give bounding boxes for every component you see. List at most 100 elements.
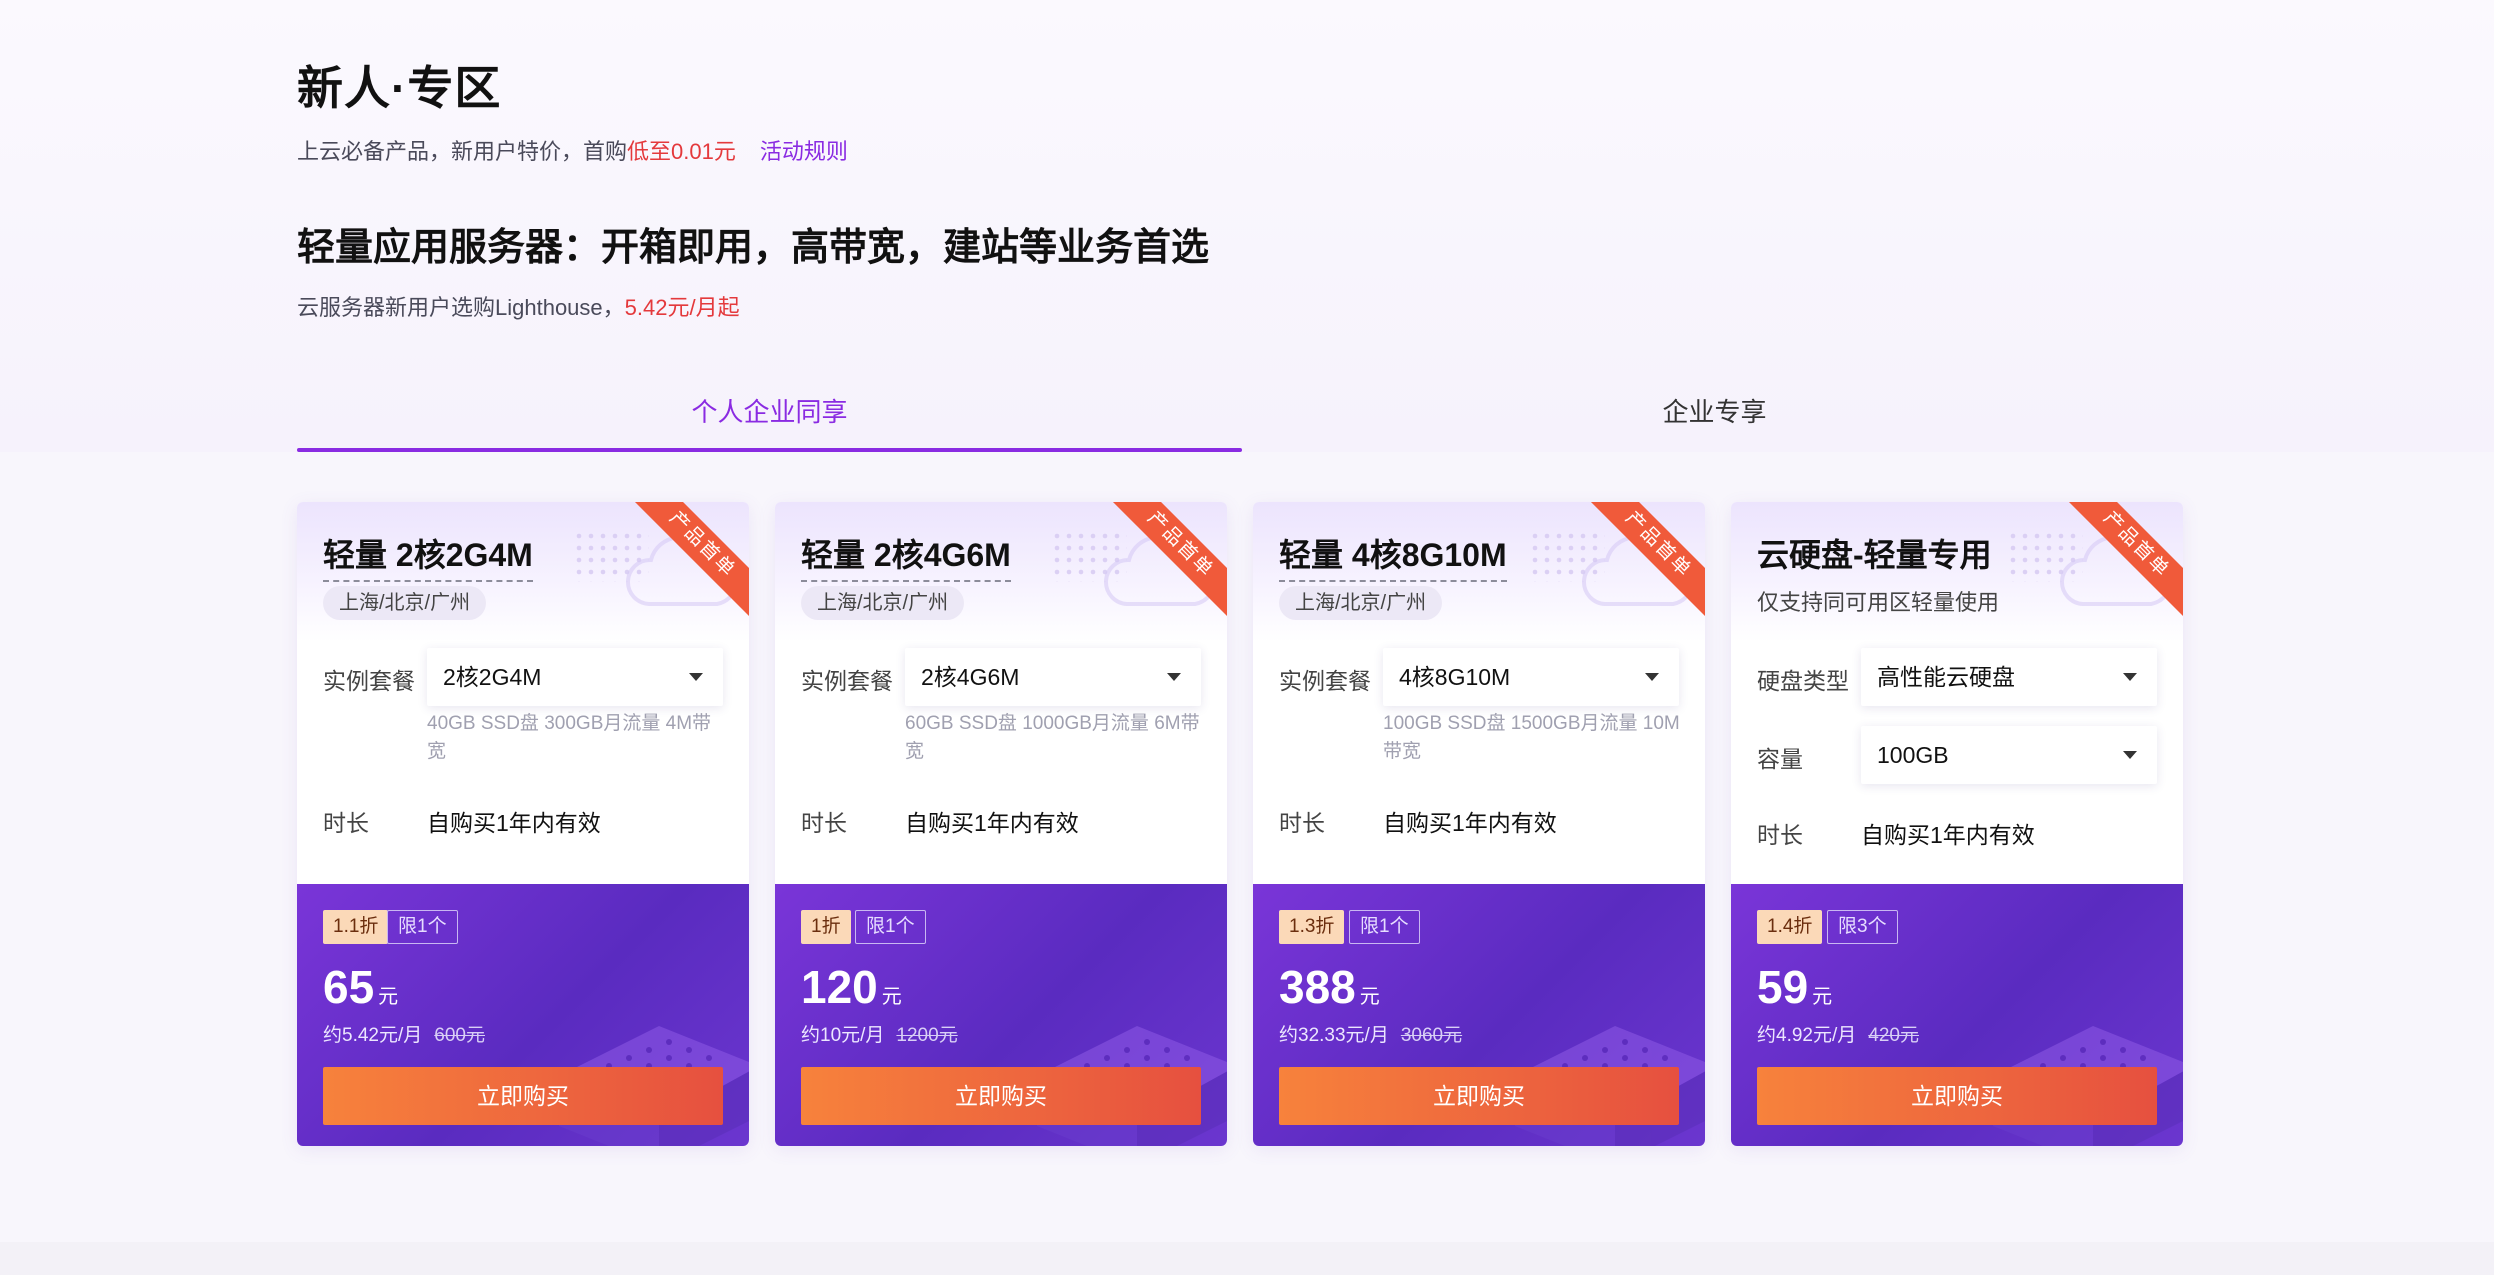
price-unit: 元	[881, 986, 902, 1008]
duration-value: 自购买1年内有效	[427, 810, 601, 836]
tab-enterprise-only[interactable]: 企业专享	[1242, 380, 2187, 452]
first-order-ribbon: 产品首单	[1587, 502, 1705, 620]
monthly-price: 约5.42元/月 600元	[323, 1020, 485, 1047]
price-value: 388	[1279, 961, 1356, 1013]
package-select[interactable]: 2核4G6M	[905, 648, 1201, 706]
section-title: 轻量应用服务器：开箱即用，高带宽，建站等业务首选	[297, 227, 1210, 269]
page-subtitle: 上云必备产品，新用户特价，首购低至0.01元 活动规则	[297, 134, 848, 166]
limit-badge: 限1个	[1349, 910, 1420, 944]
region-chip: 上海/北京/广州	[801, 586, 965, 620]
price-value: 59	[1757, 961, 1809, 1013]
first-order-ribbon: 产品首单	[1109, 502, 1227, 620]
ribbon-label: 产品首单	[1109, 502, 1227, 618]
monthly-price-value: 约5.42元/月	[323, 1025, 423, 1046]
price: 59 元	[1757, 960, 1832, 1014]
price-panel: 1.4折 限3个 59 元 约4.92元/月 420元 立即购买	[1731, 884, 2183, 1146]
price: 388 元	[1279, 960, 1380, 1014]
monthly-price-value: 约32.33元/月	[1279, 1025, 1389, 1046]
price-panel: 1折 限1个 120 元 约10元/月 1200元 立即购买	[775, 884, 1227, 1146]
product-card: 产品首单 云硬盘-轻量专用 仅支持同可用区轻量使用 硬盘类型 高性能云硬盘 容量…	[1731, 502, 2183, 1146]
package-spec: 40GB SSD盘 300GB月流量 4M带宽	[427, 713, 712, 762]
buy-now-button[interactable]: 立即购买	[323, 1067, 723, 1125]
card-description: 仅支持同可用区轻量使用	[1757, 590, 2000, 615]
duration-value: 自购买1年内有效	[1383, 810, 1557, 836]
original-price: 1200元	[896, 1025, 958, 1046]
package-spec: 100GB SSD盘 1500GB月流量 10M带宽	[1383, 713, 1680, 762]
duration-label: 时长	[323, 810, 369, 836]
price: 120 元	[801, 960, 902, 1014]
tab-bar: 个人企业同享 企业专享	[297, 380, 2187, 452]
duration-value: 自购买1年内有效	[1861, 822, 2035, 848]
section-subtitle-text: 云服务器新用户选购Lighthouse，	[297, 295, 625, 320]
ribbon-label: 产品首单	[631, 502, 749, 618]
first-order-ribbon: 产品首单	[2065, 502, 2183, 620]
discount-badge: 1.1折	[323, 910, 389, 944]
capacity-select[interactable]: 100GB	[1861, 726, 2157, 784]
price-panel: 1.3折 限1个 388 元 约32.33元/月 3060元 立即购买	[1253, 884, 1705, 1146]
discount-badge: 1折	[801, 910, 851, 944]
price-unit: 元	[1812, 986, 1833, 1008]
price-unit: 元	[378, 986, 399, 1008]
limit-badge: 限1个	[387, 910, 458, 944]
package-label: 实例套餐	[323, 668, 415, 694]
product-cards: 产品首单 轻量 2核2G4M 上海/北京/广州 实例套餐 2核2G4M 40GB…	[297, 502, 2183, 1146]
chevron-down-icon	[2123, 751, 2137, 759]
discount-badge: 1.3折	[1279, 910, 1345, 944]
product-card: 产品首单 轻量 2核4G6M 上海/北京/广州 实例套餐 2核4G6M 60GB…	[775, 502, 1227, 1146]
original-price: 3060元	[1400, 1025, 1463, 1046]
monthly-price-value: 约10元/月	[801, 1025, 885, 1046]
price-unit: 元	[1359, 986, 1380, 1008]
activity-rules-link[interactable]: 活动规则	[760, 139, 848, 164]
package-select-value: 2核4G6M	[921, 664, 1020, 690]
original-price: 420元	[1868, 1025, 1919, 1046]
region-chip: 上海/北京/广州	[1279, 586, 1443, 620]
card-title: 云硬盘-轻量专用	[1757, 537, 1992, 573]
subtitle-text: 上云必备产品，新用户特价，首购	[297, 139, 628, 164]
duration-label: 时长	[1279, 810, 1325, 836]
buy-now-button[interactable]: 立即购买	[801, 1067, 1201, 1125]
package-select-value: 2核2G4M	[443, 664, 542, 690]
price: 65 元	[323, 960, 398, 1014]
tab-personal-enterprise[interactable]: 个人企业同享	[297, 380, 1242, 452]
chevron-down-icon	[1167, 673, 1181, 681]
chevron-down-icon	[2123, 673, 2137, 681]
card-title[interactable]: 轻量 2核2G4M	[323, 530, 533, 582]
chevron-down-icon	[689, 673, 703, 681]
section-subtitle-highlight: 5.42元/月起	[624, 295, 740, 320]
chevron-down-icon	[1645, 673, 1659, 681]
price-panel: 1.1折 限1个 65 元 约5.42元/月 600元 立即购买	[297, 884, 749, 1146]
duration-label: 时长	[1757, 822, 1803, 848]
buy-now-button[interactable]: 立即购买	[1757, 1067, 2157, 1125]
subtitle-highlight: 低至0.01元	[627, 139, 736, 164]
region-chip: 上海/北京/广州	[323, 586, 487, 620]
disk-type-select-value: 高性能云硬盘	[1877, 664, 2015, 690]
card-title[interactable]: 轻量 4核8G10M	[1279, 530, 1507, 582]
package-select[interactable]: 4核8G10M	[1383, 648, 1679, 706]
disk-type-select[interactable]: 高性能云硬盘	[1861, 648, 2157, 706]
ribbon-label: 产品首单	[2065, 502, 2183, 618]
page-title: 新人·专区	[297, 62, 502, 114]
ribbon-label: 产品首单	[1587, 502, 1705, 618]
package-select[interactable]: 2核2G4M	[427, 648, 723, 706]
product-card: 产品首单 轻量 2核2G4M 上海/北京/广州 实例套餐 2核2G4M 40GB…	[297, 502, 749, 1146]
capacity-label: 容量	[1757, 746, 1803, 772]
buy-now-button[interactable]: 立即购买	[1279, 1067, 1679, 1125]
duration-value: 自购买1年内有效	[905, 810, 1079, 836]
monthly-price: 约10元/月 1200元	[801, 1020, 958, 1047]
footer-band	[0, 1242, 2494, 1275]
capacity-select-value: 100GB	[1877, 742, 1949, 768]
monthly-price: 约4.92元/月 420元	[1757, 1020, 1919, 1047]
discount-badge: 1.4折	[1757, 910, 1823, 944]
disk-type-label: 硬盘类型	[1757, 668, 1849, 694]
product-card: 产品首单 轻量 4核8G10M 上海/北京/广州 实例套餐 4核8G10M 10…	[1253, 502, 1705, 1146]
section-subtitle: 云服务器新用户选购Lighthouse，5.42元/月起	[297, 290, 740, 322]
monthly-price-value: 约4.92元/月	[1757, 1025, 1857, 1046]
original-price: 600元	[434, 1025, 485, 1046]
monthly-price: 约32.33元/月 3060元	[1279, 1020, 1462, 1047]
card-title[interactable]: 轻量 2核4G6M	[801, 530, 1011, 582]
package-label: 实例套餐	[801, 668, 893, 694]
first-order-ribbon: 产品首单	[631, 502, 749, 620]
limit-badge: 限3个	[1827, 910, 1898, 944]
package-spec: 60GB SSD盘 1000GB月流量 6M带宽	[905, 713, 1200, 762]
package-select-value: 4核8G10M	[1399, 664, 1511, 690]
